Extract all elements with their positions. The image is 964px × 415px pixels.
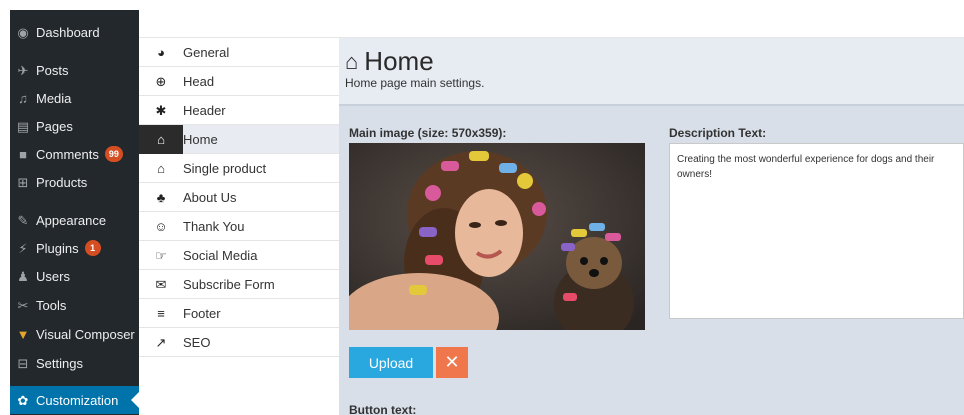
options-nav-head[interactable]: ⊕ Head [139, 67, 339, 96]
wp-menu-customization[interactable]: ✿ Customization [10, 386, 139, 414]
options-nav-label: SEO [183, 334, 211, 350]
comments-count-badge: 99 [104, 146, 123, 162]
settings-panel: ⌂ Home Home page main settings. Main ima… [339, 38, 964, 415]
plugins-update-badge: 1 [84, 240, 101, 256]
dashboard-gauge-icon: ◕ [157, 44, 165, 60]
wp-menu-label: Products [36, 174, 88, 190]
options-nav-single-product[interactable]: ⌂ Single product [139, 154, 339, 183]
options-nav-about-us[interactable]: ♣ About Us [139, 183, 339, 212]
visual-composer-icon: ▼ [16, 326, 30, 342]
home-icon: ⌂ [139, 124, 183, 154]
main-image-preview [349, 143, 645, 330]
admin-top-strip [139, 10, 964, 38]
options-nav-label: About Us [183, 189, 237, 205]
remove-image-button[interactable]: ✕ [436, 347, 468, 378]
options-nav-label: Footer [183, 305, 221, 321]
thumbs-up-icon: ☞ [155, 247, 167, 263]
lifebuoy-icon: ⊕ [155, 73, 167, 89]
wp-menu-label: Visual Composer [36, 326, 135, 342]
group-icon: ♣ [156, 189, 166, 205]
wp-menu-users[interactable]: ♟ Users [10, 262, 139, 290]
comment-icon: ■ [19, 146, 27, 162]
options-nav-footer[interactable]: ≡ Footer [139, 299, 339, 328]
options-nav-label: Subscribe Form [183, 276, 275, 292]
wp-menu-label: Plugins [36, 240, 79, 256]
wp-menu-posts[interactable]: ✈ Posts [10, 56, 139, 84]
options-nav-header[interactable]: ✱ Header [139, 96, 339, 125]
wp-menu-comments[interactable]: ■ Comments 99 [10, 140, 139, 168]
smile-icon: ☺ [154, 218, 168, 234]
wp-menu-label: Customization [36, 392, 119, 408]
pin-icon: ✈ [17, 62, 29, 78]
wp-menu-label: Pages [36, 118, 73, 134]
envelope-icon: ✉ [155, 276, 167, 292]
page-header: ⌂ Home Home page main settings. [339, 38, 964, 106]
line-chart-icon: ↗ [155, 334, 167, 350]
options-nav-thank-you[interactable]: ☺ Thank You [139, 212, 339, 241]
description-textarea[interactable]: Creating the most wonderful experience f… [669, 143, 964, 319]
description-label: Description Text: [669, 126, 767, 140]
options-nav-social-media[interactable]: ☞ Social Media [139, 241, 339, 270]
button-text-label: Button text: [349, 403, 417, 415]
wp-menu-tools[interactable]: ✂ Tools [10, 291, 139, 319]
wrench-icon: ✂ [17, 297, 29, 313]
woman-and-dog-photo [349, 143, 645, 330]
options-nav-label: Social Media [183, 247, 258, 263]
wp-menu-plugins[interactable]: ⚡ Plugins 1 [10, 234, 139, 262]
upload-button[interactable]: Upload [349, 347, 433, 378]
menu-lines-icon: ≡ [157, 305, 165, 321]
options-nav-label: Home [183, 131, 218, 147]
wp-menu-products[interactable]: ⊞ Products [10, 168, 139, 196]
options-nav-label: General [183, 44, 230, 60]
gear-icon: ✿ [17, 392, 29, 408]
settings-icon: ⊟ [17, 355, 29, 371]
options-nav-home[interactable]: ⌂ Home [139, 124, 339, 154]
media-icon: ♫ [18, 90, 28, 106]
options-nav-subscribe-form[interactable]: ✉ Subscribe Form [139, 270, 339, 299]
options-nav-label: Single product [183, 160, 267, 176]
page-title: ⌂ Home [345, 46, 434, 77]
wp-menu-appearance[interactable]: ✎ Appearance [10, 206, 139, 234]
wp-admin-sidebar: ◉ Dashboard ✈ Posts ♫ Media ▤ Pages ■ Co… [10, 10, 139, 415]
wp-menu-pages[interactable]: ▤ Pages [10, 112, 139, 140]
cart-icon: ⊞ [17, 174, 29, 190]
options-nav-seo[interactable]: ↗ SEO [139, 328, 339, 357]
wp-menu-visual-composer[interactable]: ▼ Visual Composer [10, 320, 139, 348]
brush-icon: ✎ [17, 212, 29, 228]
users-icon: ♟ [17, 268, 29, 284]
options-sidebar: ◕ General ⊕ Head ✱ Header ⌂ Home ⌂ Singl… [139, 38, 339, 415]
wp-menu-label: Settings [36, 355, 83, 371]
wp-menu-media[interactable]: ♫ Media [10, 84, 139, 112]
wp-menu-label: Appearance [36, 212, 107, 228]
wp-menu-dashboard[interactable]: ◉ Dashboard [10, 18, 139, 46]
home-icon: ⌂ [157, 160, 165, 176]
pages-icon: ▤ [16, 118, 30, 134]
plugin-icon: ⚡ [18, 240, 28, 256]
options-nav-label: Thank You [183, 218, 245, 234]
wp-menu-label: Posts [36, 62, 69, 78]
main-image-label: Main image (size: 570x359): [349, 126, 507, 140]
page-title-text: Home [364, 46, 434, 76]
wp-menu-label: Dashboard [36, 24, 100, 40]
options-nav-label: Header [183, 102, 226, 118]
wp-menu-label: Users [36, 268, 70, 284]
options-nav-general[interactable]: ◕ General [139, 38, 339, 67]
options-nav-label: Head [183, 73, 215, 89]
dashboard-icon: ◉ [17, 24, 29, 40]
cog-icon: ✱ [155, 102, 167, 118]
wp-menu-label: Comments [36, 146, 99, 162]
page-subtitle: Home page main settings. [345, 76, 485, 90]
wp-menu-label: Media [36, 90, 72, 106]
wp-menu-label: Tools [36, 297, 67, 313]
wp-menu-settings[interactable]: ⊟ Settings [10, 349, 139, 377]
home-icon: ⌂ [345, 48, 359, 74]
